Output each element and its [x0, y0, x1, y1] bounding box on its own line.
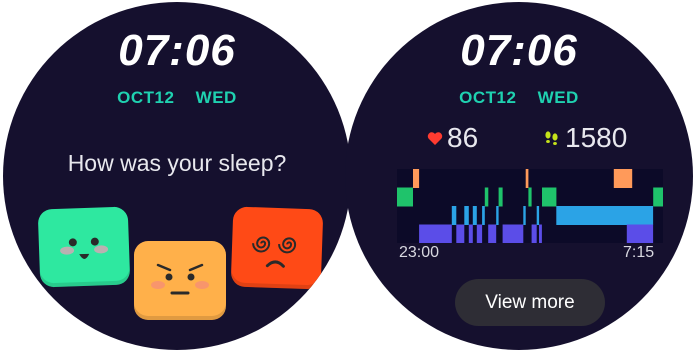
mood-dizzy-button[interactable]: [230, 206, 324, 290]
sleep-segment-rem: [498, 187, 503, 207]
sleep-question: How was your sleep?: [67, 150, 287, 176]
weekday-label: WED: [195, 88, 237, 107]
date-row: OCT12 WED: [3, 88, 351, 108]
sleep-segment-light: [556, 206, 654, 225]
sleep-segment-awake: [613, 169, 633, 188]
weekday-label: WED: [537, 88, 579, 107]
footsteps-icon: [545, 131, 558, 145]
clock-time: 07:06: [118, 26, 236, 75]
dizzy-face-icon: [252, 236, 297, 268]
date-label: OCT12: [459, 88, 517, 107]
sleep-segment-deep: [476, 224, 483, 243]
sleep-segment-deep: [539, 224, 542, 243]
date-row: OCT12 WED: [345, 88, 693, 108]
sleep-segment-deep: [502, 224, 524, 243]
sleep-segment-light: [523, 206, 526, 225]
sleep-segment-deep: [456, 224, 465, 243]
happy-face-icon: [60, 237, 109, 259]
steps-value: 1580: [565, 122, 628, 153]
sleep-segment-deep: [626, 224, 654, 243]
meh-face-icon: [151, 263, 209, 295]
sleep-start-label: 23:00: [399, 244, 440, 261]
sleep-segment-rem: [484, 187, 489, 207]
watch-face-sleep-summary: 07:06 OCT12 WED 86 1580 23:00 7:15 View …: [345, 2, 693, 350]
heart-rate-value: 86: [447, 122, 479, 153]
sleep-segment-deep: [419, 224, 452, 243]
sleep-segment-deep: [468, 224, 473, 243]
sleep-segment-awake: [525, 169, 529, 188]
view-more-button[interactable]: View more: [455, 279, 605, 326]
sleep-end-label: 7:15: [623, 244, 655, 261]
heart-icon: [427, 131, 443, 145]
sleep-segment-rem: [653, 187, 663, 207]
heart-rate-stat: 86: [427, 122, 478, 154]
mood-happy-button[interactable]: [37, 206, 131, 288]
sleep-segment-light: [482, 206, 485, 225]
sleep-segment-light: [536, 206, 540, 225]
sleep-segment-deep: [488, 224, 497, 243]
sleep-segment-light: [464, 206, 469, 225]
sleep-segment-light: [451, 206, 457, 225]
mood-meh-button[interactable]: [134, 241, 226, 320]
steps-stat: 1580: [543, 122, 627, 154]
sleep-segment-light: [472, 206, 477, 225]
sleep-segment-light: [496, 206, 499, 225]
clock-time: 07:06: [460, 26, 578, 75]
stats-row: 86 1580: [345, 122, 693, 156]
sleep-segment-rem: [397, 187, 413, 207]
sleep-segment-rem: [542, 187, 557, 207]
sleep-stage-chart: [397, 169, 663, 243]
date-label: OCT12: [117, 88, 175, 107]
sleep-segment-awake: [413, 169, 420, 188]
sleep-segment-deep: [531, 224, 537, 243]
sleep-segment-rem: [528, 187, 532, 207]
watch-face-mood: 07:06 OCT12 WED How was your sleep?: [3, 2, 351, 350]
